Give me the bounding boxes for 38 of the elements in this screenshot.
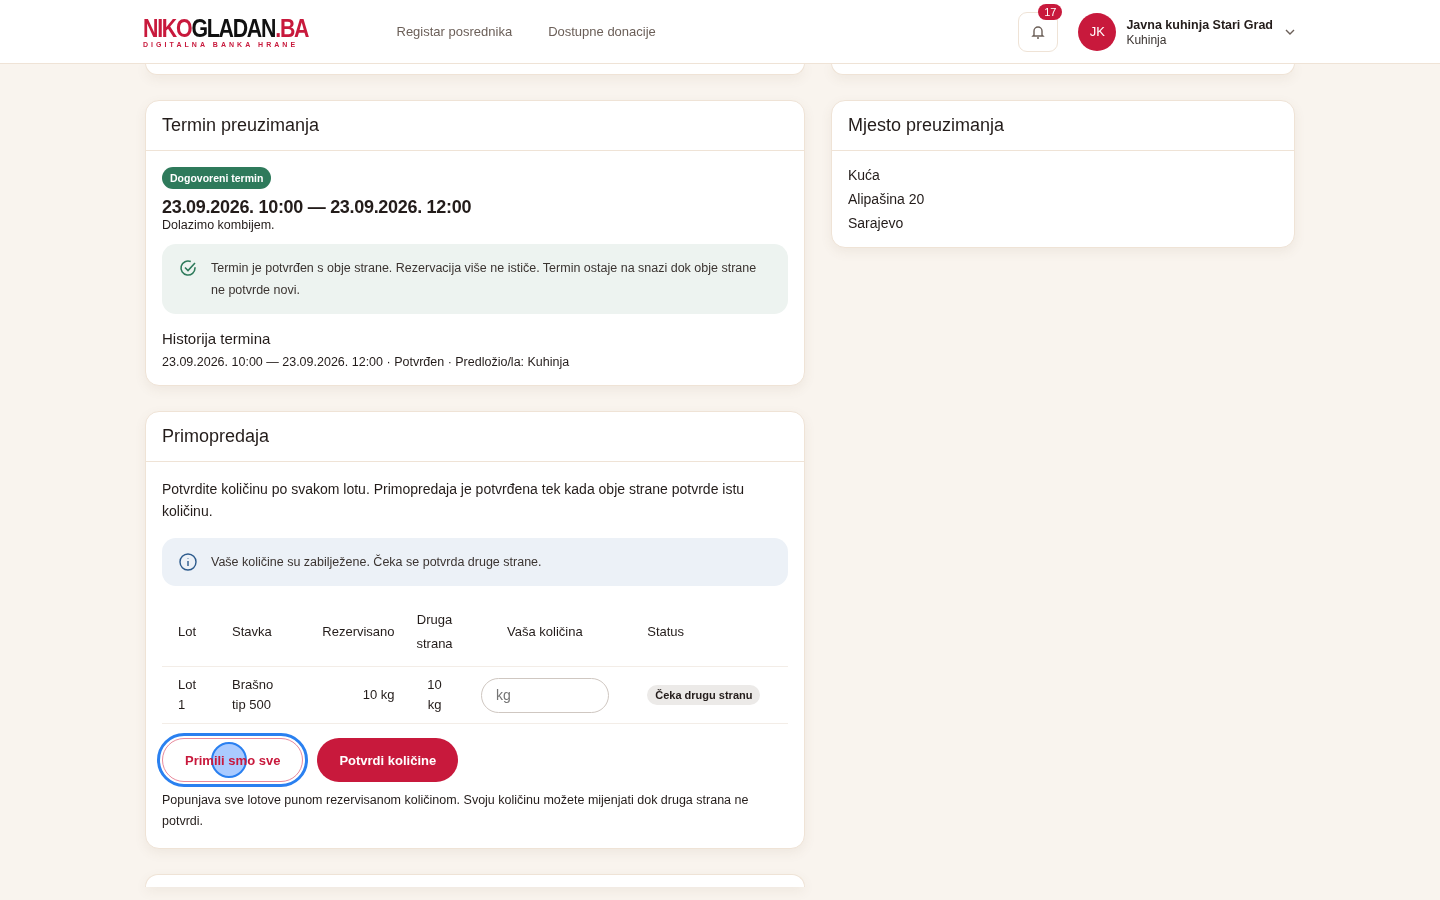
column-header: Rezervisano — [298, 598, 411, 667]
address-line: Kuća — [848, 167, 881, 183]
user-role: Kuhinja — [1126, 32, 1168, 47]
info-icon — [179, 553, 197, 571]
column-header: Lot — [162, 598, 216, 667]
appointment-time: 23.09.2026. 10:00 — 23.09.2026. 12:00 — [162, 197, 473, 218]
alert-text: Termin je potvrđen s obje strane. Rezervacija više ne ističe. Termin ostaje na snazi dok obje strane ne potvrde novi. — [211, 260, 758, 299]
card-title: Primopredaja — [162, 426, 270, 447]
column-header: Vaša količina — [458, 598, 632, 667]
appointment-note: Dolazimo kombijem. — [162, 218, 276, 232]
table-cell: 10 kg — [410, 666, 459, 724]
chevron-down-icon[interactable] — [1285, 28, 1295, 35]
table-cell: Brašno tip 500 — [216, 666, 298, 724]
card-title: Termin preuzimanja — [162, 115, 320, 136]
column-header: Status — [631, 598, 788, 667]
history-entry: 23.09.2026. 10:00 — 23.09.2026. 12:00 · Potvrđen · Predložio/la: Kuhinja — [162, 355, 571, 369]
user-avatar: JK — [1078, 12, 1117, 51]
nav-link[interactable]: Dostupne donacije — [548, 24, 656, 39]
column-header: Druga strana — [410, 598, 459, 667]
hint-text: Popunjava sve lotove punom rezervisanom količinom. Svoju količinu možete mijenjati dok druga strana ne potvrdi. — [162, 792, 750, 830]
address-line: Sarajevo — [848, 215, 905, 231]
user-name: Javna kuhinja Stari Grad — [1126, 16, 1273, 33]
status-badge: Čeka drugu stranu — [647, 685, 761, 705]
nav-link[interactable]: Registar posrednika — [396, 24, 513, 39]
bell-icon — [1030, 23, 1047, 40]
address-line: Alipašina 20 — [848, 191, 926, 207]
alert-text: Vaše količine su zabilježene. Čeka se potvrda druge strane. — [211, 553, 542, 571]
table-cell: 10 kg — [298, 666, 411, 724]
status-badge: Dogovoreni termin — [162, 167, 272, 189]
quantity-field[interactable]: kg — [480, 677, 609, 713]
column-header: Stavka — [216, 598, 298, 667]
section-title: Historija termina — [162, 330, 272, 347]
check-circle-icon — [179, 259, 197, 277]
confirm-button[interactable]: Potvrdi količine — [317, 738, 459, 782]
intro-text: Potvrdite količinu po svakom lotu. Primopredaja je potvrđena tek kada obje strane potvrde istu količinu. — [162, 480, 746, 521]
notification-count: 17 — [1038, 3, 1063, 20]
table-cell: Lot 1 — [162, 666, 216, 724]
card-title: Mjesto preuzimanja — [848, 115, 1005, 136]
